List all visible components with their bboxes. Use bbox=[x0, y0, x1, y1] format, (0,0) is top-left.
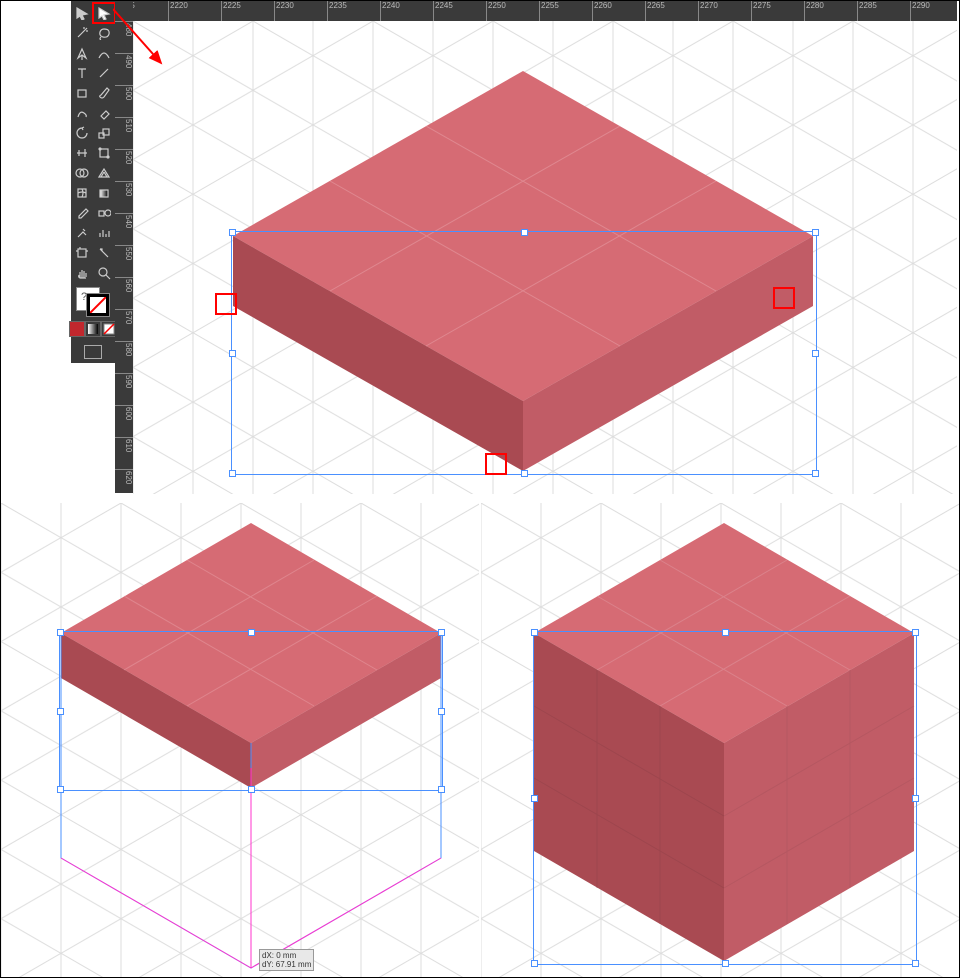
ruler-v-tick: 500 bbox=[115, 85, 133, 100]
fill-stroke-swatch[interactable]: ? bbox=[76, 287, 110, 317]
column-graph-tool[interactable] bbox=[93, 223, 115, 243]
ruler-horizontal[interactable]: 2215222022252230223522402245225022552260… bbox=[115, 1, 957, 21]
ruler-v-tick: 530 bbox=[115, 181, 133, 196]
blend-tool[interactable] bbox=[93, 203, 115, 223]
ruler-h-tick: 2240 bbox=[380, 1, 400, 21]
ruler-v-tick: 520 bbox=[115, 149, 133, 164]
paintbrush-tool[interactable] bbox=[93, 83, 115, 103]
ruler-h-tick: 2285 bbox=[857, 1, 877, 21]
bottom-right-panel bbox=[481, 503, 959, 977]
ruler-h-tick: 2255 bbox=[539, 1, 559, 21]
ruler-h-tick: 2225 bbox=[221, 1, 241, 21]
ruler-v-tick: 610 bbox=[115, 437, 133, 452]
ruler-vertical[interactable]: 480 490 500 510 520 530 540 550 560 570 580 590 600 6… bbox=[115, 21, 133, 493]
hand-tool[interactable] bbox=[71, 263, 93, 283]
ruler-v-tick: 590 bbox=[115, 373, 133, 388]
line-segment-tool[interactable] bbox=[93, 63, 115, 83]
shaper-tool[interactable] bbox=[71, 103, 93, 123]
ruler-corner bbox=[115, 1, 133, 21]
ruler-h-tick: 2245 bbox=[433, 1, 453, 21]
zoom-tool[interactable] bbox=[93, 263, 115, 283]
color-controls: ? bbox=[71, 283, 115, 363]
mesh-tool[interactable] bbox=[71, 183, 93, 203]
rotate-tool[interactable] bbox=[71, 123, 93, 143]
color-mode-gradient[interactable] bbox=[85, 321, 101, 337]
lasso-tool[interactable] bbox=[93, 23, 115, 43]
ruler-h-tick: 2275 bbox=[751, 1, 771, 21]
toolbox: ? bbox=[71, 1, 115, 363]
slice-tool[interactable] bbox=[93, 243, 115, 263]
ruler-h-tick: 2270 bbox=[698, 1, 718, 21]
ruler-h-tick: 2265 bbox=[645, 1, 665, 21]
artboard-tool[interactable] bbox=[71, 243, 93, 263]
eyedropper-tool[interactable] bbox=[71, 203, 93, 223]
draw-mode-normal[interactable] bbox=[84, 345, 102, 359]
ruler-v-tick: 490 bbox=[115, 53, 133, 68]
app-window: ? 22152220222522302235224022452250225522… bbox=[0, 0, 960, 978]
ruler-v-tick: 570 bbox=[115, 309, 133, 324]
ruler-v-tick: 540 bbox=[115, 213, 133, 228]
ruler-v-tick: 510 bbox=[115, 117, 133, 132]
shape-builder-tool[interactable] bbox=[71, 163, 93, 183]
ruler-h-tick: 2280 bbox=[804, 1, 824, 21]
selection-tool[interactable] bbox=[71, 3, 93, 23]
eraser-tool[interactable] bbox=[93, 103, 115, 123]
pen-tool[interactable] bbox=[71, 43, 93, 63]
color-mode-solid[interactable] bbox=[69, 321, 85, 337]
marker-right bbox=[773, 287, 795, 309]
marker-bottom bbox=[485, 453, 507, 475]
width-tool[interactable] bbox=[71, 143, 93, 163]
free-transform-tool[interactable] bbox=[93, 143, 115, 163]
ruler-v-tick: 550 bbox=[115, 245, 133, 260]
curvature-tool[interactable] bbox=[93, 43, 115, 63]
scale-tool[interactable] bbox=[93, 123, 115, 143]
ruler-v-tick: 620 bbox=[115, 469, 133, 484]
ruler-v-tick: 580 bbox=[115, 341, 133, 356]
canvas-top[interactable] bbox=[133, 21, 957, 494]
top-panel: ? 22152220222522302235224022452250225522… bbox=[1, 1, 957, 494]
selection-bounding-box[interactable] bbox=[231, 231, 817, 475]
gradient-tool[interactable] bbox=[93, 183, 115, 203]
magic-wand-tool[interactable] bbox=[71, 23, 93, 43]
ruler-v-tick: 560 bbox=[115, 277, 133, 292]
ruler-h-tick: 2260 bbox=[592, 1, 612, 21]
selection-bounding-box[interactable] bbox=[533, 631, 917, 965]
ruler-h-tick: 2250 bbox=[486, 1, 506, 21]
ruler-h-tick: 2290 bbox=[910, 1, 930, 21]
measure-tooltip: dX: 0 mm dY: 67.91 mm bbox=[259, 949, 314, 971]
type-tool[interactable] bbox=[71, 63, 93, 83]
rectangle-tool[interactable] bbox=[71, 83, 93, 103]
marker-left bbox=[215, 293, 237, 315]
bottom-left-panel: dX: 0 mm dY: 67.91 mm bbox=[1, 503, 479, 977]
ruler-v-tick: 480 bbox=[115, 21, 133, 36]
ruler-h-tick: 2230 bbox=[274, 1, 294, 21]
selection-bounding-box[interactable] bbox=[59, 631, 443, 791]
direct-selection-tool[interactable] bbox=[93, 3, 115, 23]
ruler-v-tick: 600 bbox=[115, 405, 133, 420]
ruler-h-tick: 2220 bbox=[168, 1, 188, 21]
ruler-h-tick: 2235 bbox=[327, 1, 347, 21]
symbol-sprayer-tool[interactable] bbox=[71, 223, 93, 243]
perspective-grid-tool[interactable] bbox=[93, 163, 115, 183]
